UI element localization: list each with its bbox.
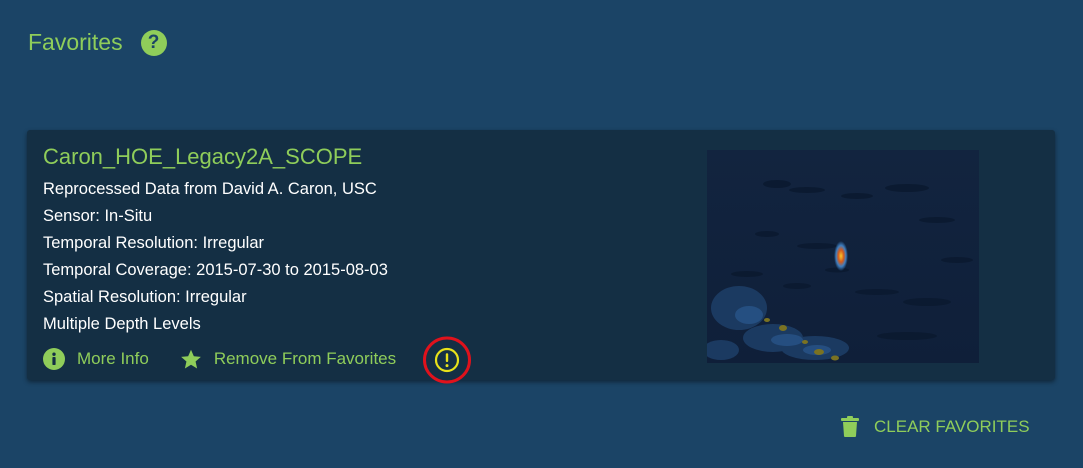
info-icon: [43, 348, 65, 370]
dataset-details: Reprocessed Data from David A. Caron, US…: [43, 179, 388, 341]
dataset-map-thumbnail: [707, 150, 979, 363]
more-info-label: More Info: [77, 349, 149, 368]
card-actions: More Info Remove From Favorites: [43, 348, 396, 370]
clear-favorites-label: CLEAR FAVORITES: [874, 416, 1030, 436]
clear-favorites-button[interactable]: CLEAR FAVORITES: [841, 416, 1030, 437]
warning-button[interactable]: [421, 334, 473, 386]
page-header: Favorites ?: [28, 29, 167, 56]
dataset-title[interactable]: Caron_HOE_Legacy2A_SCOPE: [43, 144, 362, 170]
remove-favorite-label: Remove From Favorites: [213, 349, 397, 368]
detail-spatial-resolution: Spatial Resolution: Irregular: [43, 288, 247, 306]
exclamation-circle-icon: [423, 336, 471, 384]
page-title: Favorites: [28, 29, 123, 55]
favorite-card: Caron_HOE_Legacy2A_SCOPE Reprocessed Dat…: [27, 130, 1055, 384]
remove-favorite-button[interactable]: Remove From Favorites: [180, 349, 396, 370]
trash-icon: [841, 416, 859, 437]
detail-sensor: Sensor: In-Situ: [43, 207, 153, 225]
detail-temporal-coverage: Temporal Coverage: 2015-07-30 to 2015-08…: [43, 261, 388, 279]
detail-source: Reprocessed Data from David A. Caron, US…: [43, 180, 377, 198]
help-icon[interactable]: ?: [140, 29, 167, 56]
more-info-button[interactable]: More Info: [43, 348, 149, 370]
detail-temporal-resolution: Temporal Resolution: Irregular: [43, 234, 265, 252]
star-icon: [180, 349, 202, 370]
detail-depth-levels: Multiple Depth Levels: [43, 315, 201, 333]
